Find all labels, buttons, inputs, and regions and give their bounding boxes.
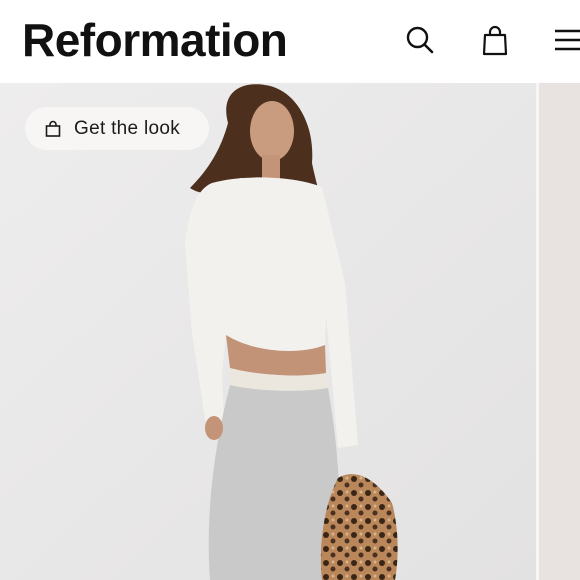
shopping-bag-icon xyxy=(44,120,62,138)
menu-icon xyxy=(555,29,580,51)
cart-button[interactable] xyxy=(477,22,513,58)
next-product-photo-peek[interactable] xyxy=(539,83,580,580)
brand-logo[interactable]: Reformation xyxy=(22,12,288,68)
site-header: Reformation xyxy=(0,0,580,83)
get-the-look-button[interactable]: Get the look xyxy=(25,107,209,150)
search-button[interactable] xyxy=(402,22,438,58)
model-photo xyxy=(0,83,536,580)
menu-button[interactable] xyxy=(552,22,580,58)
get-the-look-label: Get the look xyxy=(74,117,181,139)
hero-product-photo[interactable] xyxy=(0,83,536,580)
product-image-gallery[interactable] xyxy=(0,83,580,580)
search-icon xyxy=(406,26,434,54)
shopping-bag-icon xyxy=(482,25,508,56)
